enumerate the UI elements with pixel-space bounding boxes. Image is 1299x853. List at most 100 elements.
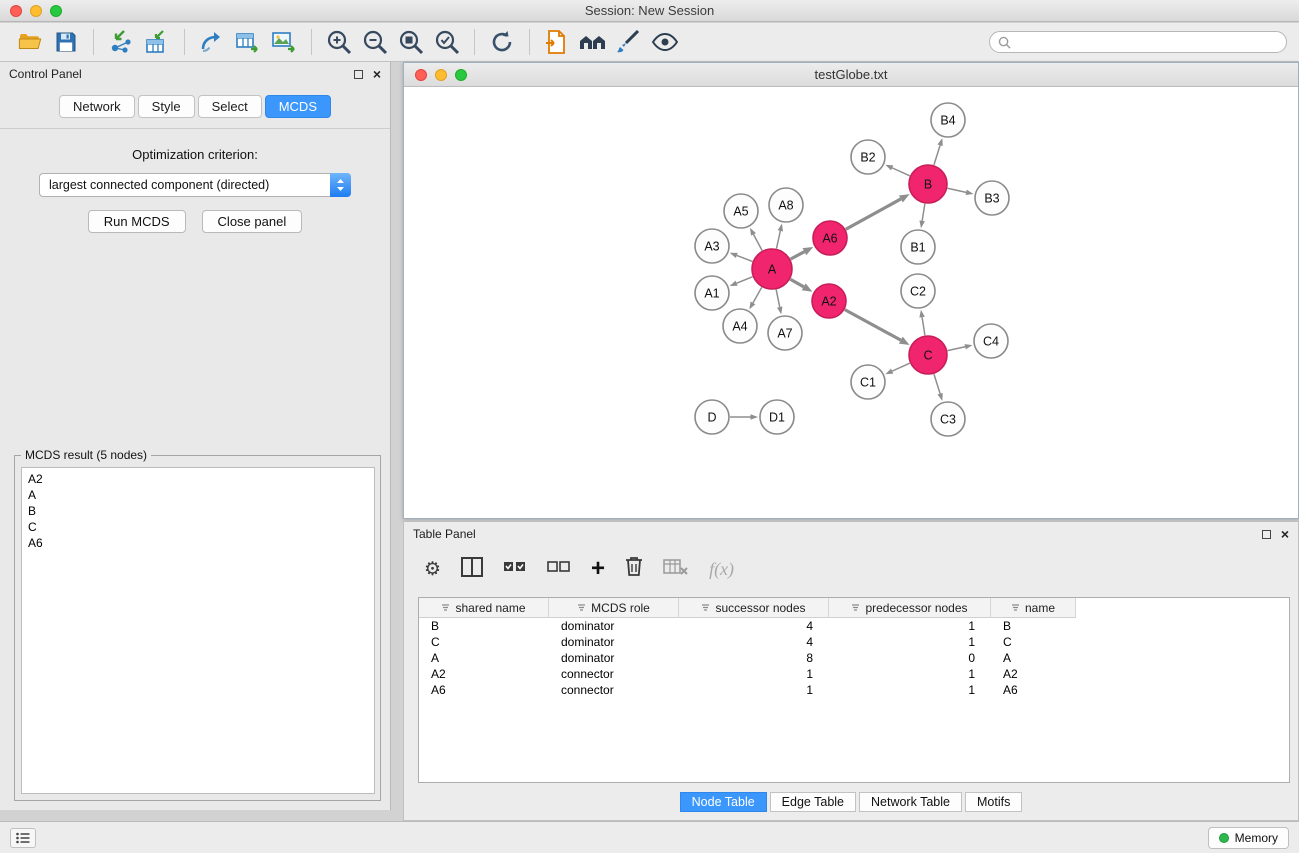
node-A7[interactable]: A7 [768,316,802,350]
export-table-button[interactable] [230,26,266,58]
column-header-MCDS-role[interactable]: MCDS role [549,598,679,618]
table-cell[interactable]: B [991,619,1076,633]
destroy-network-button[interactable] [575,26,611,58]
table-cell[interactable]: 4 [679,635,829,649]
table-cell[interactable]: 1 [679,667,829,681]
table-row[interactable]: Bdominator41B [419,618,1289,634]
node-B1[interactable]: B1 [901,230,935,264]
table-cell[interactable]: A2 [419,667,549,681]
edge-C-C2[interactable] [922,317,925,335]
edge-B-B1[interactable] [922,204,925,221]
table-cell[interactable]: C [419,635,549,649]
node-B2[interactable]: B2 [851,140,885,174]
select-all-columns-button[interactable] [503,558,527,581]
table-cell[interactable]: A [419,651,549,665]
close-window-icon[interactable] [10,5,22,17]
edge-A6-B[interactable] [846,199,901,229]
tab-select[interactable]: Select [198,95,262,118]
export-network-button[interactable] [194,26,230,58]
mcds-result-item[interactable]: A [28,487,368,503]
create-column-button[interactable]: + [591,557,605,581]
table-row[interactable]: A6connector11A6 [419,682,1289,698]
mcds-result-item[interactable]: B [28,503,368,519]
fullscreen-window-icon[interactable] [50,5,62,17]
tab-mcds[interactable]: MCDS [265,95,331,118]
column-header-shared-name[interactable]: shared name [419,598,549,618]
tab-motifs[interactable]: Motifs [965,792,1022,812]
edge-C-C3[interactable] [934,374,940,394]
node-B[interactable]: B [909,165,947,203]
table-cell[interactable]: A6 [991,683,1076,697]
save-session-button[interactable] [48,26,84,58]
table-cell[interactable]: 1 [679,683,829,697]
node-A5[interactable]: A5 [724,194,758,228]
table-cell[interactable]: 1 [829,619,991,633]
mcds-result-item[interactable]: A6 [28,535,368,551]
function-builder-button[interactable]: f(x) [709,559,734,580]
import-table-button[interactable] [139,26,175,58]
open-session-file-button[interactable] [539,26,575,58]
unselect-all-columns-button[interactable] [547,558,571,581]
edge-A-A3[interactable] [737,255,753,261]
float-table-panel-icon[interactable] [1262,530,1271,539]
table-cell[interactable]: 4 [679,619,829,633]
network-close-icon[interactable] [415,69,427,81]
edge-B-B3[interactable] [948,188,967,192]
edge-A2-C[interactable] [845,310,901,341]
edge-C-C4[interactable] [948,347,966,351]
zoom-selected-button[interactable] [429,26,465,58]
edge-C-C1[interactable] [892,363,910,371]
network-maximize-icon[interactable] [455,69,467,81]
edge-A-A5[interactable] [753,234,762,250]
edge-B-B4[interactable] [934,145,940,165]
column-header-name[interactable]: name [991,598,1076,618]
node-D[interactable]: D [695,400,729,434]
table-row[interactable]: A2connector11A2 [419,666,1289,682]
node-A2[interactable]: A2 [812,284,846,318]
minimize-window-icon[interactable] [30,5,42,17]
edge-A-A7[interactable] [776,290,780,307]
column-header-predecessor-nodes[interactable]: predecessor nodes [829,598,991,618]
network-minimize-icon[interactable] [435,69,447,81]
tab-edge-table[interactable]: Edge Table [770,792,856,812]
tab-node-table[interactable]: Node Table [680,792,767,812]
node-A4[interactable]: A4 [723,309,757,343]
show-columns-button[interactable] [461,557,483,582]
search-input[interactable] [1015,35,1278,49]
network-canvas[interactable]: B4B2BB3A5A8A6A3B1AC2A1A2A4A7C4CC1C3DD1 [404,87,1298,518]
node-A6[interactable]: A6 [813,221,847,255]
node-D1[interactable]: D1 [760,400,794,434]
node-A3[interactable]: A3 [695,229,729,263]
table-cell[interactable]: 0 [829,651,991,665]
table-cell[interactable]: A6 [419,683,549,697]
table-cell[interactable]: A2 [991,667,1076,681]
table-cell[interactable]: 1 [829,683,991,697]
node-B3[interactable]: B3 [975,181,1009,215]
mcds-result-item[interactable]: C [28,519,368,535]
table-cell[interactable]: A [991,651,1076,665]
column-header-successor-nodes[interactable]: successor nodes [679,598,829,618]
table-row[interactable]: Cdominator41C [419,634,1289,650]
edge-B-B2[interactable] [892,168,910,176]
node-A[interactable]: A [752,249,792,289]
table-cell[interactable]: C [991,635,1076,649]
delete-table-button[interactable] [663,558,689,581]
memory-button[interactable]: Memory [1208,827,1289,849]
tab-network-table[interactable]: Network Table [859,792,962,812]
node-table[interactable]: shared nameMCDS rolesuccessor nodesprede… [418,597,1290,783]
style-brush-button[interactable] [611,26,647,58]
close-table-panel-icon[interactable]: × [1281,529,1289,539]
table-row[interactable]: Adominator80A [419,650,1289,666]
table-cell[interactable]: 1 [829,635,991,649]
table-cell[interactable]: dominator [549,619,679,633]
zoom-in-button[interactable] [321,26,357,58]
node-A1[interactable]: A1 [695,276,729,310]
node-A8[interactable]: A8 [769,188,803,222]
table-cell[interactable]: 1 [829,667,991,681]
node-C1[interactable]: C1 [851,365,885,399]
close-panel-button[interactable]: Close panel [202,210,303,233]
edge-A-A4[interactable] [753,287,762,303]
table-cell[interactable]: dominator [549,651,679,665]
table-settings-button[interactable]: ⚙ [424,560,441,579]
optimization-criterion-dropdown[interactable]: largest connected component (directed) [39,173,351,197]
